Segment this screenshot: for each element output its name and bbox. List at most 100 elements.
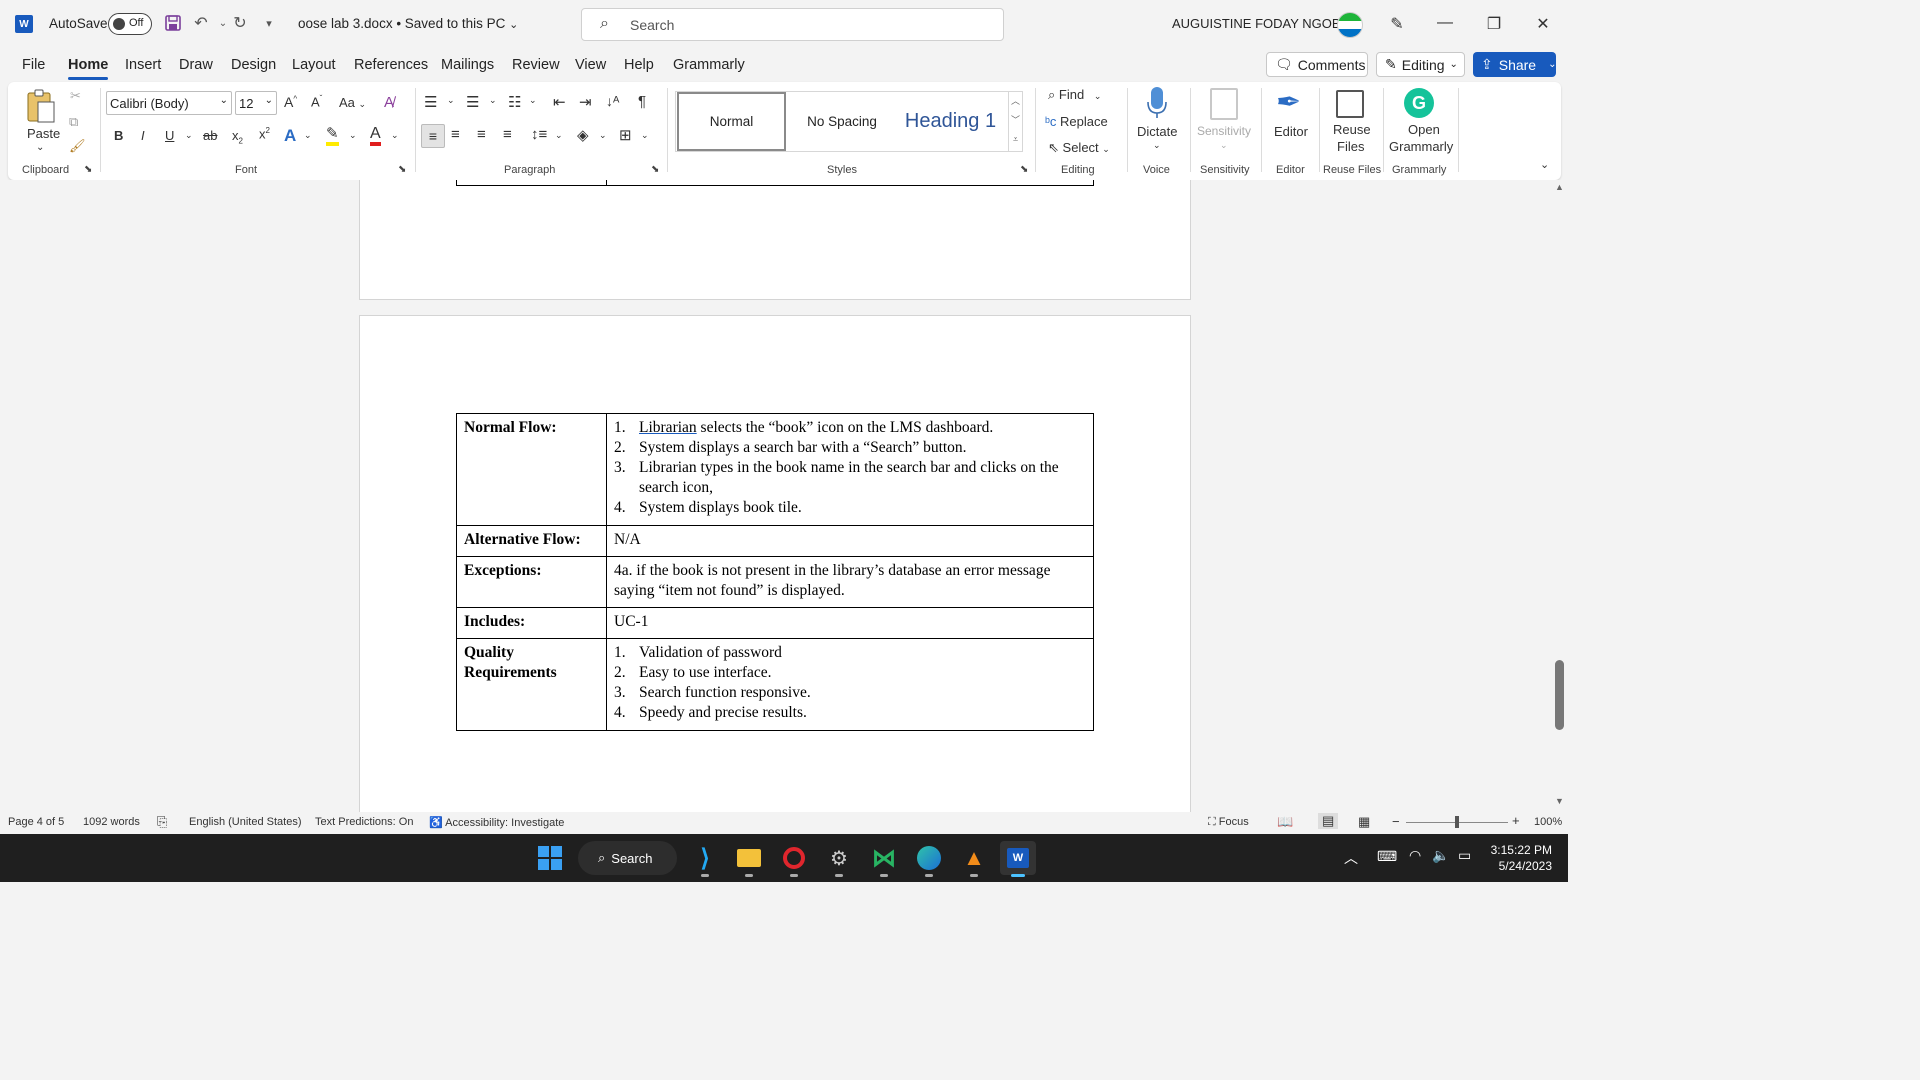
close-icon[interactable]: ✕ [1533,14,1553,34]
normal-flow-steps[interactable]: 1. Librarian selects the “book” icon on t… [606,413,1094,526]
collapse-ribbon-icon[interactable]: ⌄ [1540,158,1549,171]
tab-home[interactable]: Home [68,57,109,80]
text-effects-icon[interactable]: A [284,126,296,146]
dictate-button[interactable]: Dictate ⌄ [1134,86,1180,156]
editing-mode-button[interactable]: ✎ Editing ⌄ [1376,52,1465,77]
opera-icon[interactable] [776,841,812,877]
print-layout-icon[interactable]: ▤ [1318,813,1339,829]
tab-file[interactable]: File [22,57,45,73]
open-grammarly-button[interactable]: G Open Grammarly [1386,86,1453,156]
keyboard-icon[interactable]: ⌨ [1377,848,1397,865]
editor-button[interactable]: ✒ Editor [1266,86,1316,156]
file-explorer-icon[interactable] [731,841,767,877]
vscode-icon[interactable]: ⟩ [687,841,723,877]
find-button[interactable]: ⌕ Find ⌄ [1048,87,1101,103]
save-icon[interactable] [162,12,184,34]
show-formatting-icon[interactable]: ¶ [638,93,646,110]
dialog-launcher-icon[interactable]: ⬊ [84,164,92,175]
dialog-launcher-icon[interactable]: ⬊ [398,164,406,175]
edge-icon[interactable] [911,841,947,877]
document-title[interactable]: oose lab 3.docx • Saved to this PC ⌄ [298,16,518,31]
tab-references[interactable]: References [354,57,428,73]
tab-insert[interactable]: Insert [125,57,161,73]
taskbar-search[interactable]: ⌕ Search [578,841,677,875]
chevron-down-icon[interactable]: ⌄ [641,130,649,141]
underline-icon[interactable]: U [165,128,174,143]
select-button[interactable]: ⇖ Select ⌄ [1048,140,1110,156]
visual-studio-icon[interactable]: ⋈ [866,841,902,877]
change-case-button[interactable]: Aa ⌄ [339,95,366,110]
more-styles-icon[interactable]: ⩡ [1009,130,1022,149]
reuse-files-button[interactable]: Reuse Files [1323,86,1379,156]
restore-icon[interactable]: ❐ [1484,14,1504,34]
shrink-font-icon[interactable]: Aˇ [311,94,322,109]
chevron-up-icon[interactable]: ︿ [1344,848,1358,868]
style-no-spacing[interactable]: No Spacing [788,92,896,151]
word-count[interactable]: 1092 words [83,816,140,828]
sort-icon[interactable]: ↓ᴬ [606,93,619,109]
designer-pen-icon[interactable]: ✎ [1387,14,1407,34]
tab-mailings[interactable]: Mailings [441,57,494,73]
chevron-down-icon[interactable]: ⌄ [391,130,399,141]
superscript-icon[interactable]: x2 [259,126,270,141]
justify-icon[interactable]: ≡ [503,126,512,143]
numbering-icon[interactable]: ☰ [466,93,479,111]
proofing-icon[interactable]: ⎘ [157,814,167,830]
chevron-down-icon[interactable]: ⌄ [304,130,312,141]
chevron-down-icon[interactable]: ⌄ [599,130,607,141]
cut-icon[interactable]: ✂ [70,88,81,104]
tab-grammarly[interactable]: Grammarly [673,57,745,73]
line-spacing-icon[interactable]: ↕≡ [531,126,547,143]
volume-icon[interactable]: 🔈 [1432,847,1449,864]
zoom-out-button[interactable]: − [1392,814,1400,829]
wifi-icon[interactable]: ◠ [1409,847,1421,864]
chevron-down-icon[interactable]: ⌄ [529,95,537,106]
zoom-level[interactable]: 100% [1534,816,1562,828]
format-painter-icon[interactable]: 🖌 [69,138,86,154]
start-icon[interactable] [532,841,568,875]
paste-button[interactable]: Paste ⌄ [24,88,60,153]
alternative-flow-value[interactable]: N/A [606,525,1094,557]
borders-icon[interactable]: ⊞ [619,126,632,144]
read-mode-icon[interactable]: 📖 [1277,814,1293,830]
zoom-in-button[interactable]: + [1512,813,1520,828]
share-button[interactable]: ⇪ Share ⌄ [1473,52,1556,77]
align-right-icon[interactable]: ≡ [477,126,486,143]
clock[interactable]: 3:15:22 PM 5/24/2023 [1491,842,1552,874]
chevron-down-icon[interactable]: ⌄ [555,130,563,141]
bold-icon[interactable]: B [114,128,123,143]
page-count[interactable]: Page 4 of 5 [8,816,64,828]
user-name[interactable]: AUGUISTINE FODAY NGOBIE [1172,16,1353,31]
tab-help[interactable]: Help [624,57,654,73]
shading-icon[interactable]: ◈ [577,126,589,144]
exceptions-value[interactable]: 4a. if the book is not present in the li… [606,556,1094,608]
font-color-icon[interactable]: A [370,125,381,146]
replace-button[interactable]: ᵇc Replace [1045,114,1108,129]
document-canvas[interactable]: Normal Flow: 1. Librarian selects the “bo… [0,180,1552,812]
quality-requirements-list[interactable]: 1. Validation of password 2. Easy to use i… [606,638,1094,731]
clear-formatting-icon[interactable]: A̸ [384,94,394,111]
dialog-launcher-icon[interactable]: ⬊ [651,164,659,175]
tab-review[interactable]: Review [512,57,560,73]
battery-icon[interactable]: ▭ [1458,847,1471,864]
multilevel-list-icon[interactable]: ☷ [508,93,521,111]
font-size-select[interactable]: 12 ⌄ [235,91,277,115]
scrollbar-thumb[interactable] [1555,660,1564,730]
vertical-scrollbar[interactable]: ▲ ▼ [1552,180,1568,812]
text-predictions[interactable]: Text Predictions: On [315,816,413,828]
chatgpt-icon[interactable]: ⚙ [821,841,857,877]
italic-icon[interactable]: I [141,128,145,143]
bullets-icon[interactable]: ☰ [424,93,437,111]
chevron-down-icon[interactable]: ﹀ [1009,111,1022,130]
language[interactable]: English (United States) [189,816,302,828]
minimize-icon[interactable]: — [1435,14,1455,32]
word-icon[interactable]: W [1000,841,1036,877]
redo-icon[interactable]: ↻ [229,12,251,34]
avatar[interactable] [1337,12,1363,38]
scroll-up-icon[interactable]: ▲ [1555,182,1564,192]
chevron-down-icon[interactable]: ⌄ [349,130,357,141]
autosave-toggle[interactable]: Off [108,13,152,35]
style-normal[interactable]: Normal [677,92,786,151]
chevron-down-icon[interactable]: ⌄ [447,95,455,106]
tab-view[interactable]: View [575,57,606,73]
